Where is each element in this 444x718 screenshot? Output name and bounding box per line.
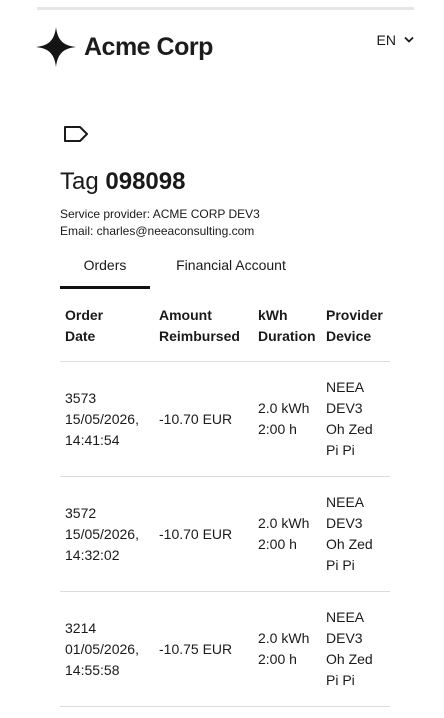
order-time: 14:32:02 xyxy=(65,547,120,563)
provider-line: Pi Pi xyxy=(326,442,355,458)
kwh-value: 2.0 kWh xyxy=(258,515,310,531)
order-date: 15/05/2026, xyxy=(65,411,139,427)
kwh-value: 2.0 kWh xyxy=(258,400,310,416)
chevron-down-icon xyxy=(404,36,414,43)
table-row[interactable]: 3214 01/05/2026, 14:55:58 -10.75 EUR 2.0… xyxy=(60,592,390,707)
brand-name: Acme Corp xyxy=(84,32,213,61)
provider-line: DEV3 xyxy=(326,400,363,416)
order-id: 3572 xyxy=(65,505,97,521)
provider-line: Pi Pi xyxy=(326,557,355,573)
order-cell: 3214 01/05/2026, 14:55:58 xyxy=(65,618,139,681)
order-id: 3573 xyxy=(65,390,97,406)
language-selector[interactable]: EN xyxy=(377,32,414,48)
kwh-cell: 2.0 kWh 2:00 h xyxy=(258,398,309,440)
provider-cell: NEEA DEV3 Oh Zed Pi Pi xyxy=(326,607,373,691)
tab-bar: Orders Financial Account xyxy=(60,252,390,289)
amount-cell: -10.75 EUR xyxy=(159,641,233,657)
header-line: Provider xyxy=(326,307,383,323)
provider-line: Oh Zed xyxy=(326,651,373,667)
duration-value: 2:00 h xyxy=(258,421,297,437)
order-cell: 3573 15/05/2026, 14:41:54 xyxy=(65,388,139,451)
provider-cell: NEEA DEV3 Oh Zed Pi Pi xyxy=(326,377,373,461)
provider-line: Pi Pi xyxy=(326,672,355,688)
header: Acme Corp EN xyxy=(36,27,416,69)
provider-line: NEEA xyxy=(326,609,365,625)
provider-line: DEV3 xyxy=(326,515,363,531)
order-id: 3214 xyxy=(65,620,97,636)
provider-line: Oh Zed xyxy=(326,536,373,552)
header-line: Device xyxy=(326,328,372,344)
header-line: Date xyxy=(65,328,96,344)
header-line: Reimbursed xyxy=(159,328,240,344)
tag-number: 098098 xyxy=(105,168,186,195)
tab-orders[interactable]: Orders xyxy=(60,252,150,289)
email-info: Email: charles@neeaconsulting.com xyxy=(60,224,255,238)
brand-logo[interactable]: Acme Corp xyxy=(36,27,213,67)
tab-financial-account[interactable]: Financial Account xyxy=(165,252,297,289)
header-order-date[interactable]: Order Date xyxy=(65,305,103,347)
service-provider-info: Service provider: ACME CORP DEV3 xyxy=(60,207,260,221)
provider-cell: NEEA DEV3 Oh Zed Pi Pi xyxy=(326,492,373,576)
title-prefix: Tag xyxy=(60,168,99,195)
duration-value: 2:00 h xyxy=(258,651,297,667)
header-line: Order xyxy=(65,307,104,323)
kwh-value: 2.0 kWh xyxy=(258,630,310,646)
kwh-cell: 2.0 kWh 2:00 h xyxy=(258,513,309,555)
tag-icon xyxy=(64,126,88,142)
order-date: 15/05/2026, xyxy=(65,526,139,542)
header-provider-device[interactable]: Provider Device xyxy=(326,305,383,347)
provider-line: DEV3 xyxy=(326,630,363,646)
order-cell: 3572 15/05/2026, 14:32:02 xyxy=(65,503,139,566)
header-amount-reimbursed[interactable]: Amount Reimbursed xyxy=(159,305,240,347)
header-line: Amount xyxy=(159,307,212,323)
duration-value: 2:00 h xyxy=(258,536,297,552)
sparkle-logo-icon xyxy=(36,27,76,67)
order-time: 14:41:54 xyxy=(65,432,120,448)
provider-line: NEEA xyxy=(326,494,365,510)
top-divider xyxy=(37,7,414,10)
language-label: EN xyxy=(376,32,396,48)
amount-cell: -10.70 EUR xyxy=(159,411,233,427)
header-line: kWh xyxy=(258,307,288,323)
order-date: 01/05/2026, xyxy=(65,641,139,657)
orders-table: Order Date Amount Reimbursed kWh Duratio… xyxy=(60,300,390,707)
header-kwh-duration[interactable]: kWh Duration xyxy=(258,305,316,347)
provider-line: Oh Zed xyxy=(326,421,373,437)
page-title: Tag 098098 xyxy=(60,167,185,197)
amount-cell: -10.70 EUR xyxy=(159,526,233,542)
kwh-cell: 2.0 kWh 2:00 h xyxy=(258,628,309,670)
table-row[interactable]: 3573 15/05/2026, 14:41:54 -10.70 EUR 2.0… xyxy=(60,362,390,477)
header-line: Duration xyxy=(258,328,316,344)
table-row[interactable]: 3572 15/05/2026, 14:32:02 -10.70 EUR 2.0… xyxy=(60,477,390,592)
provider-line: NEEA xyxy=(326,379,365,395)
table-header: Order Date Amount Reimbursed kWh Duratio… xyxy=(60,300,390,362)
order-time: 14:55:58 xyxy=(65,662,120,678)
